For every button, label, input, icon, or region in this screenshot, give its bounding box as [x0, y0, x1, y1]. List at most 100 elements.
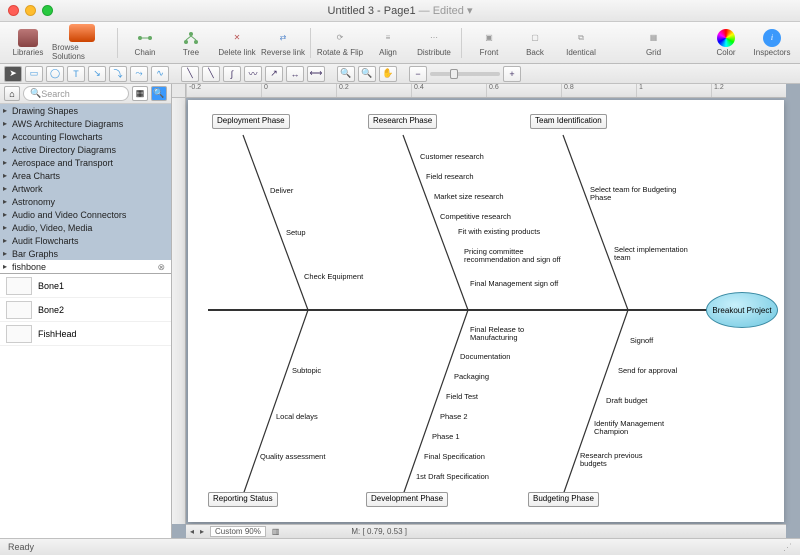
- grid-button[interactable]: ▦Grid: [632, 23, 676, 63]
- bone-item[interactable]: Local delays: [276, 412, 318, 421]
- bone-item[interactable]: Final Management sign off: [470, 280, 560, 288]
- category-box[interactable]: Development Phase: [366, 492, 448, 507]
- category-box[interactable]: Team Identification: [530, 114, 607, 129]
- shape-item[interactable]: Bone2: [0, 298, 171, 322]
- tree-button[interactable]: Tree: [169, 23, 213, 63]
- pointer-tool[interactable]: ➤: [4, 66, 22, 82]
- bone-item[interactable]: Setup: [286, 228, 306, 237]
- bone-item[interactable]: Fit with existing products: [458, 228, 548, 236]
- zoom-in-tool[interactable]: 🔍: [337, 66, 355, 82]
- bone-item[interactable]: Final Release to Manufacturing: [470, 326, 560, 342]
- canvas-page[interactable]: Breakout Project Deployment Phase Resear…: [188, 100, 784, 522]
- search-input[interactable]: 🔍 Search: [23, 86, 129, 101]
- shape-item[interactable]: Bone1: [0, 274, 171, 298]
- color-button[interactable]: Color: [704, 23, 748, 63]
- library-item[interactable]: Audio, Video, Media: [0, 221, 171, 234]
- shape-list[interactable]: Bone1 Bone2FishHead: [0, 274, 171, 538]
- text-tool[interactable]: T: [67, 66, 85, 82]
- dim-tool[interactable]: ⟷: [307, 66, 325, 82]
- scroll-right-icon[interactable]: ▸: [200, 527, 204, 536]
- bone-item[interactable]: Subtopic: [292, 366, 321, 375]
- bone-item[interactable]: Competitive research: [440, 212, 511, 221]
- bone-item[interactable]: Field Test: [446, 392, 478, 401]
- library-item[interactable]: Accounting Flowcharts: [0, 130, 171, 143]
- double-arrow-tool[interactable]: ↔: [286, 66, 304, 82]
- bone-item[interactable]: Quality assessment: [260, 452, 325, 461]
- bezier-tool[interactable]: ∫: [223, 66, 241, 82]
- bone-item[interactable]: Draft budget: [606, 396, 647, 405]
- bone-item[interactable]: Select implementation team: [614, 246, 704, 262]
- library-item[interactable]: AWS Architecture Diagrams: [0, 117, 171, 130]
- front-button[interactable]: ▣Front: [467, 23, 511, 63]
- library-list[interactable]: Drawing ShapesAWS Architecture DiagramsA…: [0, 104, 171, 274]
- pan-tool[interactable]: ✋: [379, 66, 397, 82]
- libraries-button[interactable]: Libraries: [6, 23, 50, 63]
- back-button[interactable]: ▢Back: [513, 23, 557, 63]
- polyline-tool[interactable]: ╲: [202, 66, 220, 82]
- scroll-left-icon[interactable]: ◂: [190, 527, 194, 536]
- bone-item[interactable]: Phase 1: [432, 432, 460, 441]
- category-box[interactable]: Deployment Phase: [212, 114, 290, 129]
- shape-item[interactable]: FishHead: [0, 322, 171, 346]
- library-item[interactable]: Bar Graphs: [0, 247, 171, 260]
- library-item[interactable]: Aerospace and Transport: [0, 156, 171, 169]
- bone-item[interactable]: Documentation: [460, 352, 510, 361]
- reverse-link-button[interactable]: ⇄Reverse link: [261, 23, 305, 63]
- library-item[interactable]: Drawing Shapes: [0, 104, 171, 117]
- distribute-button[interactable]: ⋯Distribute: [412, 23, 456, 63]
- bone-item[interactable]: Select team for Budgeting Phase: [590, 186, 680, 202]
- bone-item[interactable]: Field research: [426, 172, 474, 181]
- browse-solutions-button[interactable]: Browse Solutions: [52, 23, 112, 63]
- smart-connector-tool[interactable]: ⤳: [130, 66, 148, 82]
- bone-item[interactable]: Phase 2: [440, 412, 468, 421]
- sidebar-search-icon[interactable]: 🔍: [151, 86, 167, 101]
- library-item[interactable]: Artwork: [0, 182, 171, 195]
- library-item[interactable]: Audit Flowcharts: [0, 234, 171, 247]
- sidebar-home-icon[interactable]: ⌂: [4, 86, 20, 101]
- line-tool[interactable]: ╲: [181, 66, 199, 82]
- library-item[interactable]: fishbone: [0, 260, 171, 273]
- zoom-mode[interactable]: Custom 90%: [210, 526, 266, 537]
- category-box[interactable]: Reporting Status: [208, 492, 278, 507]
- bone-item[interactable]: Market size research: [434, 192, 504, 201]
- zoom-slider[interactable]: [430, 72, 500, 76]
- zoom-slider-plus[interactable]: +: [503, 66, 521, 82]
- bone-item[interactable]: Packaging: [454, 372, 489, 381]
- bone-item[interactable]: Identify Management Champion: [594, 420, 684, 436]
- inspectors-button[interactable]: iInspectors: [750, 23, 794, 63]
- bone-item[interactable]: Signoff: [630, 336, 653, 345]
- zoom-out-tool[interactable]: 🔍: [358, 66, 376, 82]
- bone-item[interactable]: Deliver: [270, 186, 293, 195]
- resize-grip-icon[interactable]: ⋰: [783, 542, 792, 553]
- freehand-tool[interactable]: 〰: [244, 66, 262, 82]
- align-button[interactable]: ≡Align: [366, 23, 410, 63]
- fish-head[interactable]: Breakout Project: [706, 292, 778, 328]
- bone-item[interactable]: Send for approval: [618, 366, 677, 375]
- bone-item[interactable]: Pricing committee recommendation and sig…: [464, 248, 574, 264]
- arc-connector-tool[interactable]: ⤵: [109, 66, 127, 82]
- library-item[interactable]: Area Charts: [0, 169, 171, 182]
- rotate-flip-button[interactable]: ⟳Rotate & Flip: [316, 23, 364, 63]
- chain-button[interactable]: Chain: [123, 23, 167, 63]
- library-item[interactable]: Astronomy: [0, 195, 171, 208]
- bone-item[interactable]: Final Specification: [424, 452, 485, 461]
- rect-tool[interactable]: ▭: [25, 66, 43, 82]
- delete-link-button[interactable]: ✕Delete link: [215, 23, 259, 63]
- category-box[interactable]: Research Phase: [368, 114, 437, 129]
- identical-button[interactable]: ⧉Identical: [559, 23, 603, 63]
- bone-item[interactable]: Check Equipment: [304, 272, 363, 281]
- bone-item[interactable]: Research previous budgets: [580, 452, 670, 468]
- shape-label: Bone1: [38, 281, 64, 291]
- spline-tool[interactable]: ∿: [151, 66, 169, 82]
- library-item[interactable]: Active Directory Diagrams: [0, 143, 171, 156]
- view-toggle-icon[interactable]: ▥: [272, 527, 280, 536]
- category-box[interactable]: Budgeting Phase: [528, 492, 599, 507]
- connector-tool[interactable]: ↘: [88, 66, 106, 82]
- zoom-slider-minus[interactable]: −: [409, 66, 427, 82]
- ellipse-tool[interactable]: ◯: [46, 66, 64, 82]
- sidebar-view-grid-icon[interactable]: ▦: [132, 86, 148, 101]
- arrow-tool[interactable]: ↗: [265, 66, 283, 82]
- bone-item[interactable]: 1st Draft Specification: [416, 472, 489, 481]
- bone-item[interactable]: Customer research: [420, 152, 484, 161]
- library-item[interactable]: Audio and Video Connectors: [0, 208, 171, 221]
